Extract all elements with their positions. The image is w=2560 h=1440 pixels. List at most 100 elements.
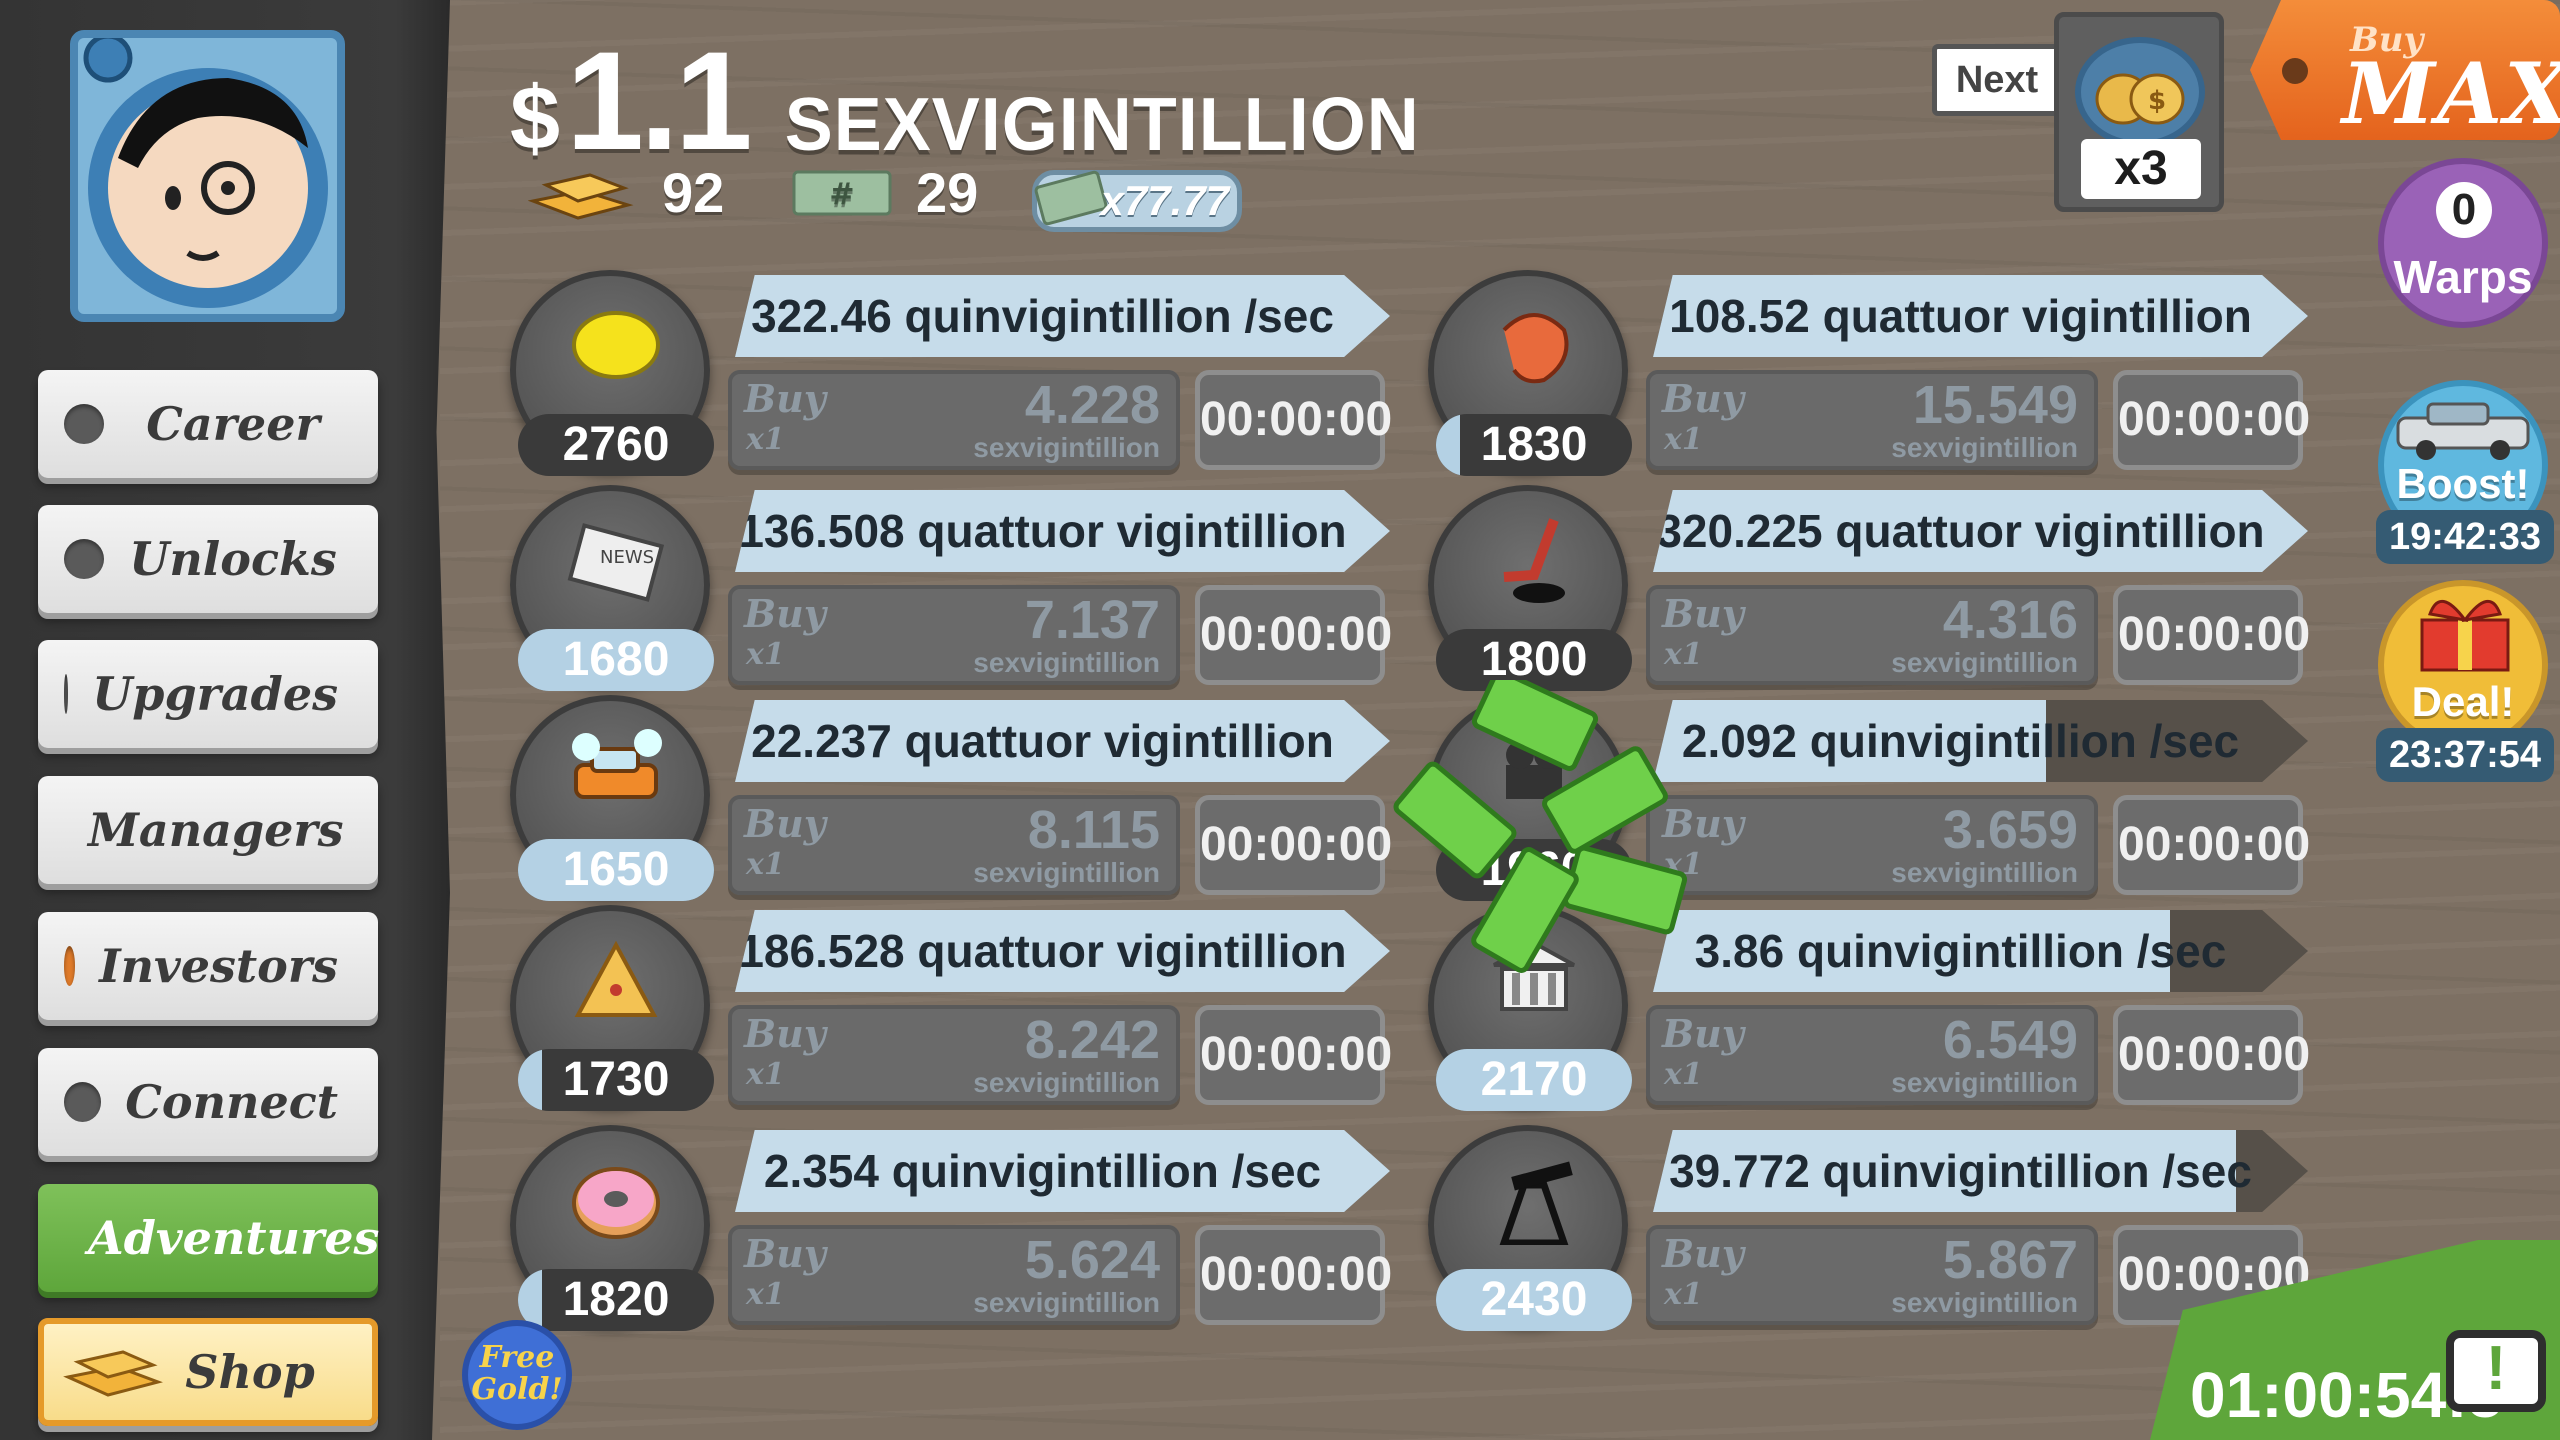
- nav-managers[interactable]: Managers: [38, 776, 378, 884]
- oil-rig-icon: [1499, 1161, 1573, 1245]
- nav-upgrades[interactable]: Upgrades: [38, 640, 378, 748]
- business-run-button[interactable]: 2430: [1428, 1125, 1632, 1331]
- business-count: 2170: [1436, 1049, 1632, 1111]
- deal-badge[interactable]: Deal!: [2378, 580, 2548, 750]
- status-dot-active: [64, 946, 76, 986]
- revenue-bar: 2.092 quinvigintillion /sec: [1653, 700, 2308, 782]
- time-car-icon: [2396, 402, 2530, 460]
- buy-cost: 8.242: [1024, 1010, 1160, 1070]
- buy-max-button[interactable]: Buy MAX: [2250, 0, 2560, 140]
- buy-label: Buy: [744, 1231, 826, 1276]
- nav-career[interactable]: Career: [38, 370, 378, 478]
- multiplier-ticket-value: x77.77: [1100, 177, 1229, 224]
- buy-business-button[interactable]: Buy x1 5.867 sexvigintillion: [1646, 1225, 2098, 1325]
- nav-shop[interactable]: Shop: [38, 1318, 378, 1426]
- buy-business-button[interactable]: Buy x1 5.624 sexvigintillion: [728, 1225, 1180, 1325]
- business-run-button[interactable]: NEWS 1680: [510, 485, 714, 691]
- buy-business-button[interactable]: Buy x1 4.228 sexvigintillion: [728, 370, 1180, 470]
- warps-count: 0: [2436, 182, 2492, 238]
- multiplier-ticket[interactable]: x77.77: [1032, 170, 1242, 232]
- business-run-button[interactable]: 1650: [510, 695, 714, 901]
- warps-label: Warps: [2393, 251, 2533, 303]
- revenue-bar: 136.508 quattuor vigintillion /sec: [735, 490, 1390, 572]
- buy-cost: 7.137: [1024, 590, 1160, 650]
- buy-cost: 5.867: [1942, 1230, 2078, 1290]
- gift-icon: [2420, 600, 2510, 672]
- business-count-value: 2430: [1480, 1273, 1588, 1326]
- business-count: 1680: [518, 629, 714, 691]
- business-run-button[interactable]: 1730: [510, 905, 714, 1111]
- nav-connect[interactable]: Connect: [38, 1048, 378, 1156]
- revenue-text: 39.772 quinvigintillion /sec: [1669, 1145, 2252, 1197]
- count-progress-fill: [518, 1049, 542, 1111]
- business-count-value: 1830: [1480, 418, 1588, 471]
- buy-business-button[interactable]: Buy x1 7.137 sexvigintillion: [728, 585, 1180, 685]
- business-run-button[interactable]: 1830: [1428, 270, 1632, 476]
- business-row: 1820 2.354 quinvigintillion /sec Buy x1 …: [510, 1125, 1392, 1331]
- money-unit: SEXVIGINTILLION: [784, 83, 1420, 167]
- multiplier-value: x3: [2081, 139, 2201, 199]
- next-button[interactable]: Next: [1932, 44, 2062, 116]
- business-count: 1830: [1436, 414, 1632, 476]
- business-run-button[interactable]: 2760: [510, 270, 714, 476]
- buy-cost-unit: sexvigintillion: [1891, 1067, 2078, 1098]
- money-bags-icon: $: [2075, 37, 2205, 147]
- business-row: 1650 22.237 quattuor vigintillion /sec B…: [510, 695, 1392, 901]
- business-timer: 00:00:00: [2113, 1005, 2310, 1105]
- shrimp-icon: [1502, 313, 1569, 384]
- business-count-value: 1820: [562, 1273, 670, 1326]
- buy-business-button[interactable]: Buy x1 4.316 sexvigintillion: [1646, 585, 2098, 685]
- warps-badge[interactable]: 0 Warps: [2378, 158, 2548, 328]
- business-row: 2430 39.772 quinvigintillion /sec Buy x1…: [1428, 1125, 2310, 1331]
- revenue-bar: 322.46 quinvigintillion /sec: [735, 275, 1390, 357]
- business-row: 1830 108.52 quattuor vigintillion /sec B…: [1428, 270, 2310, 476]
- hockey-icon: [1503, 518, 1565, 603]
- nav-adventures[interactable]: Adventures: [38, 1184, 379, 1292]
- astronaut-face-icon: [83, 38, 328, 308]
- buy-business-button[interactable]: Buy x1 8.242 sexvigintillion: [728, 1005, 1180, 1105]
- buy-cost-unit: sexvigintillion: [1891, 647, 2078, 678]
- buy-business-button[interactable]: Buy x1 15.549 sexvigintillion: [1646, 370, 2098, 470]
- revenue-bar: 320.225 quattuor vigintillion /sec: [1653, 490, 2308, 572]
- tv-icon[interactable]: !: [2446, 1330, 2546, 1412]
- status-dot: [64, 539, 104, 579]
- car-wash-icon: [572, 729, 662, 799]
- revenue-text: 186.528 quattuor vigintillion /sec: [738, 925, 1347, 977]
- player-avatar[interactable]: [70, 30, 345, 322]
- buy-business-button[interactable]: Buy x1 6.549 sexvigintillion: [1646, 1005, 2098, 1105]
- revenue-text: 108.52 quattuor vigintillion /sec: [1669, 290, 2252, 342]
- buy-quantity: x1: [746, 847, 785, 882]
- revenue-text: 320.225 quattuor vigintillion /sec: [1656, 505, 2265, 557]
- status-dot: [64, 1082, 102, 1122]
- business-timer: 00:00:00: [1195, 585, 1392, 685]
- free-gold-button[interactable]: Free Gold!: [462, 1320, 572, 1430]
- business-run-button[interactable]: 1820: [510, 1125, 714, 1331]
- buy-cost: 3.659: [1942, 800, 2078, 860]
- buy-cost-unit: sexvigintillion: [973, 857, 1160, 888]
- buy-multiplier-toggle[interactable]: $ x3: [2054, 12, 2224, 212]
- buy-cost-unit: sexvigintillion: [1891, 1287, 2078, 1318]
- status-dot: [64, 404, 104, 444]
- business-count: 2760: [518, 414, 714, 476]
- revenue-bar: 108.52 quattuor vigintillion /sec: [1653, 275, 2308, 357]
- revenue-text: 322.46 quinvigintillion /sec: [751, 290, 1334, 342]
- buy-business-button[interactable]: Buy x1 8.115 sexvigintillion: [728, 795, 1180, 895]
- nav-label: Managers: [88, 803, 344, 857]
- boost-label: Boost!: [2396, 460, 2530, 507]
- business-count-value: 1730: [562, 1053, 670, 1106]
- business-row: 1800 320.225 quattuor vigintillion /sec …: [1428, 485, 2310, 691]
- deal-label: Deal!: [2411, 678, 2515, 725]
- business-count: 1730: [518, 1049, 714, 1111]
- currency-symbol: $: [510, 69, 561, 169]
- business-run-button[interactable]: 1800: [1428, 485, 1632, 691]
- buy-cost-unit: sexvigintillion: [973, 1287, 1160, 1318]
- pizza-icon: [574, 940, 658, 1017]
- nav-unlocks[interactable]: Unlocks: [38, 505, 378, 613]
- svg-text:#: #: [829, 177, 854, 212]
- cash-burst-icon: [1393, 680, 1688, 973]
- lemon-icon: [572, 311, 660, 379]
- gold-bars-icon: [63, 1350, 163, 1397]
- business-timer: 00:00:00: [2113, 585, 2310, 685]
- nav-investors[interactable]: Investors: [38, 912, 378, 1020]
- nav-label: Shop: [185, 1345, 315, 1399]
